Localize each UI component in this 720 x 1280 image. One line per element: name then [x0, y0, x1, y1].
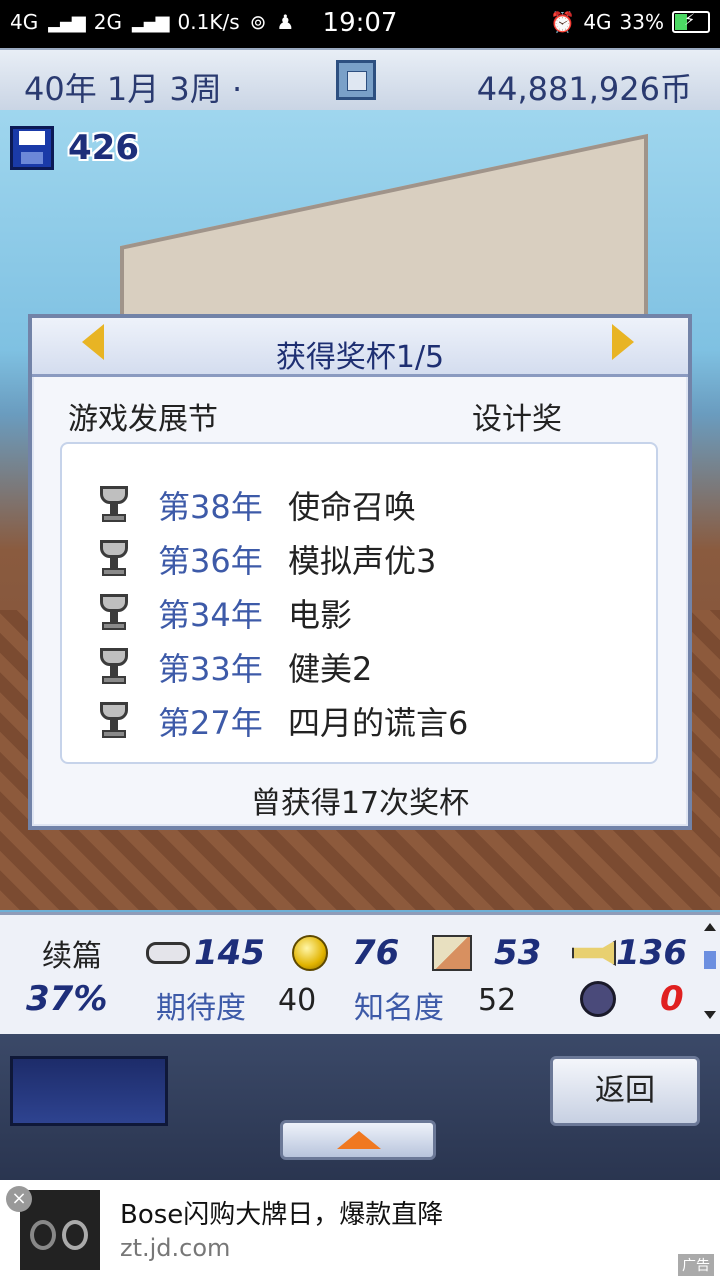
graphics-stat: 53	[432, 933, 541, 973]
award-game: 电影	[288, 596, 353, 634]
creativity-stat: 76	[292, 933, 399, 973]
alarm-icon: ⏰	[550, 10, 576, 34]
empty-slot-panel	[10, 1056, 168, 1126]
game-date: 40年 1月 3周 ·	[24, 70, 243, 108]
trophy-icon	[98, 594, 130, 632]
battery-percent: 33%	[619, 10, 664, 34]
award-game: 四月的谎言6	[288, 704, 469, 742]
scroll-thumb[interactable]	[704, 951, 716, 969]
fun-value: 145	[194, 933, 265, 973]
headphone-icon	[30, 1220, 56, 1250]
menu-icon	[347, 71, 367, 91]
scroll-down-icon[interactable]	[704, 1011, 716, 1019]
award-type: 设计奖	[472, 402, 562, 437]
graphics-value: 53	[494, 933, 542, 973]
save-indicator: 426	[10, 126, 139, 170]
back-button[interactable]: 返回	[550, 1056, 700, 1126]
award-row: 第27年 四月的谎言6	[98, 698, 468, 744]
fun-stat: 145	[146, 933, 265, 973]
network3-label: 4G	[583, 10, 612, 34]
expectation-value: 40	[278, 983, 317, 1018]
award-game: 健美2	[288, 650, 373, 688]
menu-button[interactable]	[336, 60, 376, 100]
trophy-icon	[98, 540, 130, 578]
award-year: 第33年	[158, 650, 263, 688]
headphone-icon	[62, 1220, 88, 1250]
game-info-panel[interactable]: 续篇 37% 145 76 53 136 期待度 40 知名度 52 0	[0, 912, 720, 1038]
battery-icon: ⚡	[672, 10, 710, 33]
sequel-label: 续篇	[42, 939, 102, 974]
trophy-icon	[98, 702, 130, 740]
bottom-controls: 返回	[0, 1034, 720, 1180]
award-year: 第27年	[158, 704, 263, 742]
expectation-label: 期待度	[156, 991, 246, 1026]
award-game: 使命召唤	[288, 488, 417, 526]
paint-icon	[432, 935, 472, 971]
up-arrow-icon	[337, 1131, 381, 1149]
scroll-up-icon[interactable]	[704, 923, 716, 931]
bulb-icon	[292, 935, 328, 971]
ad-title[interactable]: Bose闪购大牌日，爆款直降	[120, 1194, 443, 1231]
total-trophies: 曾获得17次奖杯	[250, 786, 470, 821]
floppy-disk-icon	[10, 126, 54, 170]
award-row: 第38年 使命召唤	[98, 482, 416, 528]
ad-url[interactable]: zt.jd.com	[120, 1234, 230, 1262]
status-right: ⏰ 4G 33% ⚡	[550, 10, 710, 34]
fame-label: 知名度	[354, 991, 444, 1026]
award-row: 第34年 电影	[98, 590, 352, 636]
next-arrow-icon[interactable]	[612, 324, 634, 360]
trophy-dialog: 获得奖杯1/5 游戏发展节 设计奖 第38年 使命召唤 第36年 模拟声优3 第…	[28, 314, 692, 830]
bug-count: 0	[660, 979, 684, 1019]
award-list: 第38年 使命召唤 第36年 模拟声优3 第34年 电影 第33年 健美2 第2…	[60, 442, 658, 764]
ad-tag: 广告	[678, 1254, 714, 1276]
award-row: 第33年 健美2	[98, 644, 372, 690]
expand-button[interactable]	[280, 1120, 436, 1160]
award-year: 第36年	[158, 542, 263, 580]
creativity-value: 76	[352, 933, 400, 973]
controller-icon	[146, 942, 190, 964]
game-top-bar: 40年 1月 3周 · 44,881,926币	[0, 48, 720, 115]
award-game: 模拟声优3	[288, 542, 437, 580]
award-row: 第36年 模拟声优3	[98, 536, 436, 582]
award-year: 第38年	[158, 488, 263, 526]
ad-close-icon[interactable]: ×	[6, 1186, 32, 1212]
ad-thumbnail[interactable]	[20, 1190, 100, 1270]
status-bar: 4G ▂▄▆ 2G ▂▄▆ 0.1K/s ⊚ ♟ 19:07 ⏰ 4G 33% …	[0, 0, 720, 48]
award-year: 第34年	[158, 596, 263, 634]
sound-stat: 136	[572, 933, 687, 973]
trophy-icon	[98, 648, 130, 686]
save-count: 426	[68, 128, 139, 168]
dialog-header: 获得奖杯1/5	[32, 318, 688, 377]
trophy-icon	[98, 486, 130, 524]
sequel-percent: 37%	[26, 979, 108, 1019]
money-display: 44,881,926币	[476, 70, 692, 108]
trumpet-icon	[572, 940, 616, 966]
fame-value: 52	[478, 983, 517, 1018]
bug-monster-icon	[580, 981, 616, 1017]
festival-name: 游戏发展节	[68, 402, 218, 437]
dialog-title: 获得奖杯1/5	[275, 340, 445, 375]
ad-banner[interactable]: × Bose闪购大牌日，爆款直降 zt.jd.com 广告	[0, 1180, 720, 1280]
info-scrollbar[interactable]	[704, 923, 716, 1027]
sound-value: 136	[616, 933, 687, 973]
